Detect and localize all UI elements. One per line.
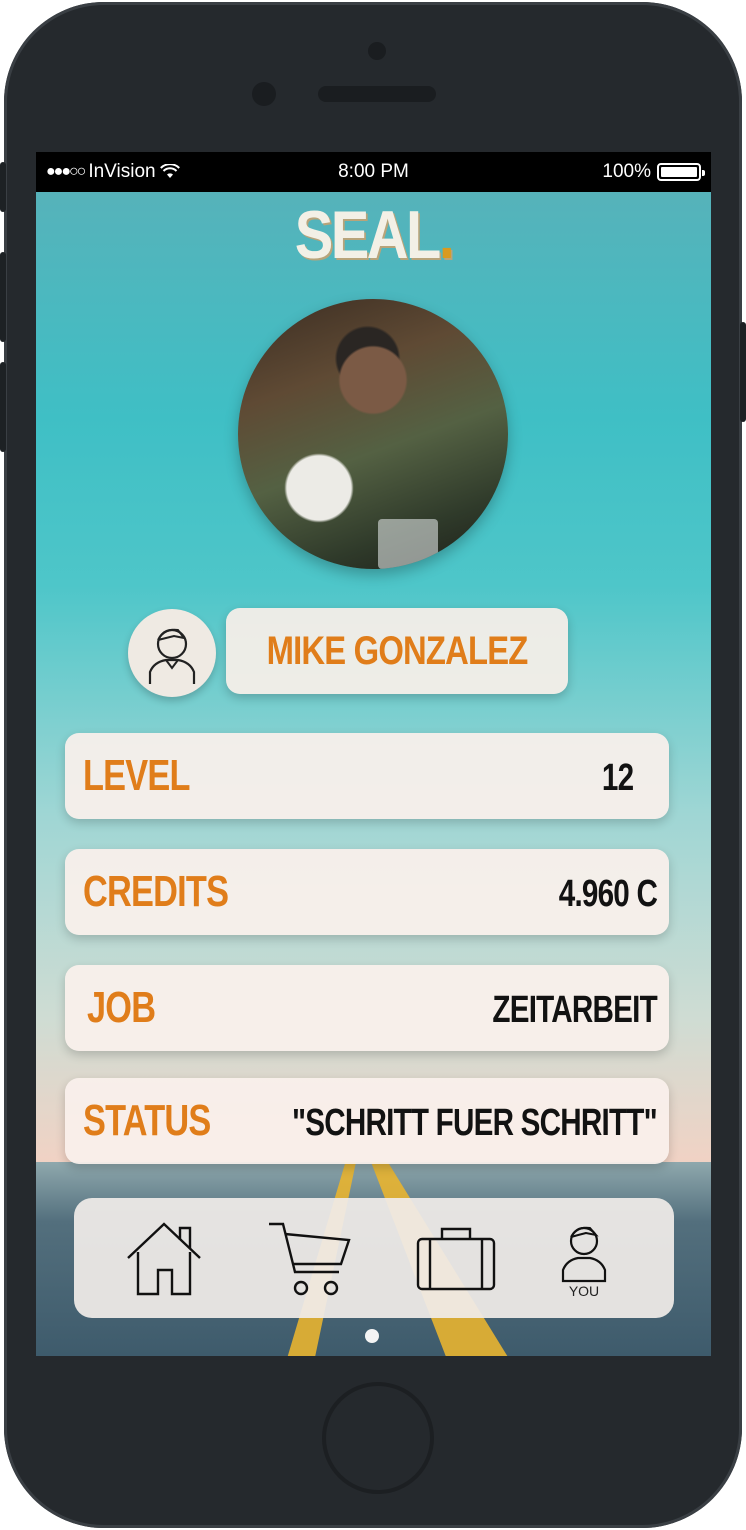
cart-icon [269,1222,351,1296]
battery-icon [657,163,705,181]
stat-row-level: LEVEL 12 [65,733,669,819]
page-indicator [365,1329,379,1343]
tab-jobs[interactable] [406,1208,506,1308]
tab-you[interactable]: YOU [534,1208,634,1308]
briefcase-icon [416,1227,496,1291]
tab-label: YOU [568,1283,600,1299]
stat-value: ZEITARBEIT [492,989,657,1031]
stat-row-status: STATUS "SCHRITT FUER SCHRITT" [65,1078,669,1164]
profile-name: MIKE GONZALEZ [226,608,568,694]
front-camera [368,42,386,60]
battery-percent: 100% [602,161,651,182]
tab-bar: YOU [74,1198,674,1318]
stat-value: 12 [601,757,634,799]
app-logo: SEAL. [294,197,455,273]
mute-switch [0,162,6,212]
power-button [740,322,746,422]
stat-row-job: JOB ZEITARBEIT [65,965,669,1051]
earpiece-speaker [318,86,436,102]
stat-value: "SCHRITT FUER SCHRITT" [292,1102,658,1144]
volume-down-button [0,362,6,452]
tab-shop[interactable] [260,1208,360,1308]
user-badge [128,609,216,697]
volume-up-button [0,252,6,342]
user-icon [148,628,196,684]
stat-label: STATUS [83,1096,211,1145]
stat-label: CREDITS [83,867,229,916]
stat-label: JOB [87,983,156,1032]
tab-home[interactable] [114,1208,214,1308]
stat-value: 4.960 C [558,873,658,915]
stat-label: LEVEL [83,751,190,800]
proximity-sensor [252,82,276,106]
screen: ●●●○○ InVision 8:00 PM 100% SEAL. MIKE G… [36,152,711,1356]
stat-row-credits: CREDITS 4.960 C [65,849,669,935]
home-button[interactable] [322,1382,434,1494]
profile-photo [238,299,508,569]
user-icon [561,1226,607,1283]
home-icon [127,1222,201,1296]
status-bar: ●●●○○ InVision 8:00 PM 100% [36,152,711,192]
